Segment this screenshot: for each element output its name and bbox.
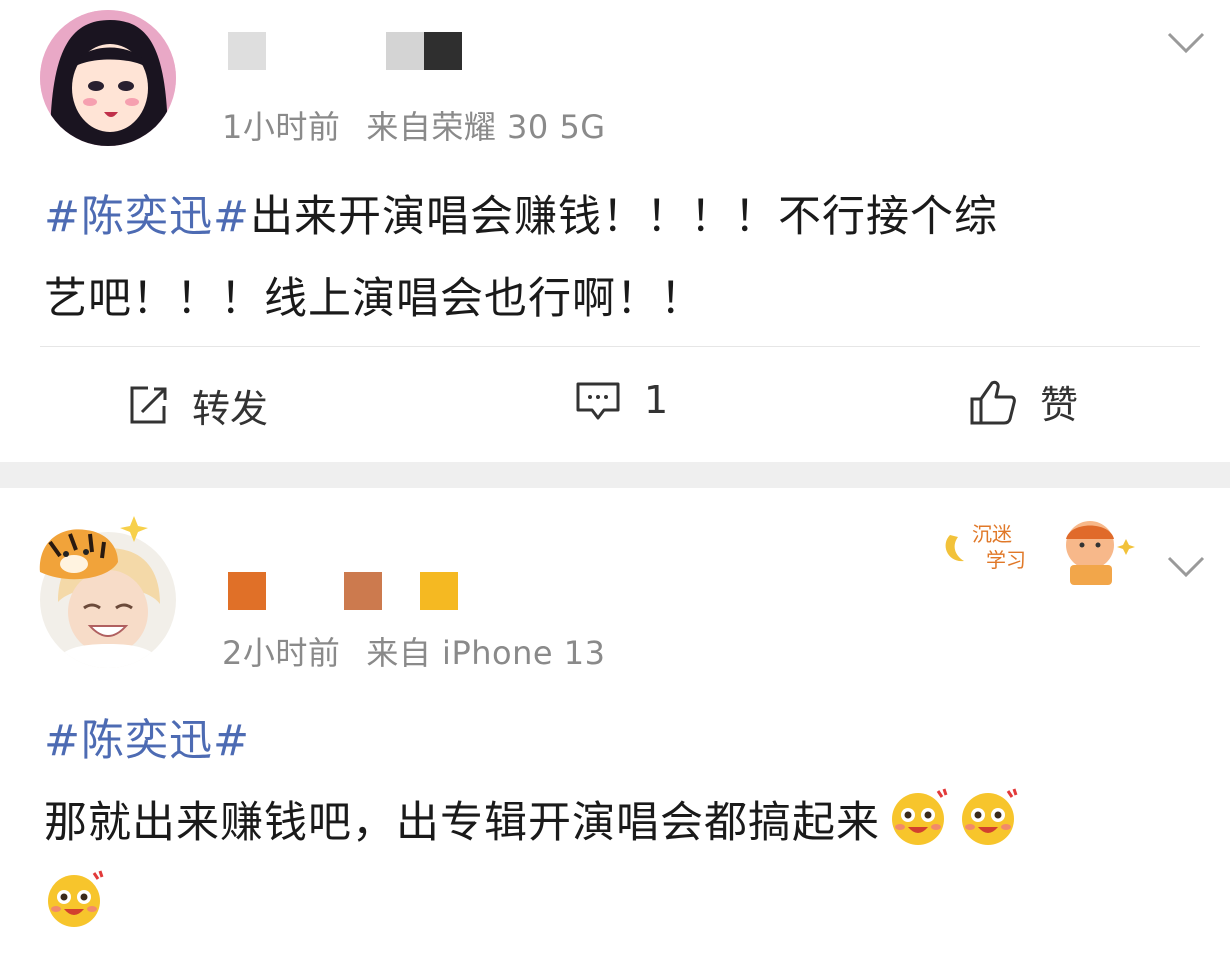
post-text: 那就出来赚钱吧，出专辑开演唱会都搞起来 <box>44 798 880 848</box>
hashtag-link[interactable]: #陈奕迅# <box>44 716 250 766</box>
badge-text: 学习 <box>986 548 1026 572</box>
post-body: #陈奕迅# 那就出来赚钱吧，出专辑开演唱会都搞起来 <box>44 700 1020 946</box>
redacted-block <box>344 572 382 610</box>
excited-face-emoji <box>888 785 950 847</box>
username-redacted[interactable] <box>228 572 458 610</box>
tiger-pendant-decoration <box>39 516 148 580</box>
comment-bubble-icon <box>574 378 622 422</box>
username-redacted[interactable] <box>228 32 462 70</box>
study-badge-decoration: 沉迷 学习 <box>945 521 1135 585</box>
redacted-block <box>386 32 424 70</box>
post-source: 来自荣耀 30 5G <box>366 108 606 146</box>
post-source: 来自 iPhone 13 <box>366 634 606 672</box>
post-separator <box>0 462 1230 488</box>
hashtag-link[interactable]: #陈奕迅# <box>44 192 250 242</box>
post-card-2: 沉迷 学习 2小时前 来自 iPhone 13 #陈奕迅# 那就出来赚钱吧，出专辑… <box>0 488 1230 927</box>
edit-share-icon <box>126 384 170 428</box>
post-body-line: #陈奕迅# <box>44 700 1020 782</box>
redacted-block <box>424 32 462 70</box>
thumbs-up-icon <box>968 377 1018 427</box>
redacted-block <box>420 572 458 610</box>
avatar[interactable] <box>40 10 176 146</box>
excited-face-emoji <box>958 785 1020 847</box>
post-body-line: #陈奕迅#出来开演唱会赚钱！！！！不行接个综 <box>44 176 998 258</box>
comment-button[interactable]: 1 <box>574 378 668 422</box>
chevron-down-icon[interactable] <box>1166 554 1206 580</box>
anime-girl-avatar-image <box>40 10 176 146</box>
badge-text: 沉迷 <box>972 522 1012 546</box>
post-card-1: 1小时前 来自荣耀 30 5G #陈奕迅#出来开演唱会赚钱！！！！不行接个综 艺吧… <box>0 0 1230 462</box>
post-body-line: 艺吧！！！线上演唱会也行啊！！ <box>44 274 704 324</box>
like-label: 赞 <box>1040 383 1079 427</box>
excited-face-emoji <box>44 867 106 929</box>
post-meta: 1小时前 来自荣耀 30 5G <box>222 102 606 148</box>
like-button[interactable]: 赞 <box>968 374 1078 429</box>
post-body-line <box>44 864 1020 946</box>
post-text: 出来开演唱会赚钱！！！！不行接个综 <box>250 192 999 242</box>
divider <box>40 346 1200 347</box>
repost-button[interactable]: 转发 <box>126 378 268 433</box>
comment-count: 1 <box>644 378 669 422</box>
chevron-down-icon[interactable] <box>1166 30 1206 56</box>
repost-label: 转发 <box>192 387 269 431</box>
redacted-block <box>228 32 266 70</box>
post-time: 1小时前 <box>222 108 341 146</box>
post-meta: 2小时前 来自 iPhone 13 <box>222 628 605 674</box>
post-body-line: 那就出来赚钱吧，出专辑开演唱会都搞起来 <box>44 782 1020 864</box>
redacted-block <box>228 572 266 610</box>
post-time: 2小时前 <box>222 634 341 672</box>
post-body: #陈奕迅#出来开演唱会赚钱！！！！不行接个综 艺吧！！！线上演唱会也行啊！！ <box>44 176 998 340</box>
